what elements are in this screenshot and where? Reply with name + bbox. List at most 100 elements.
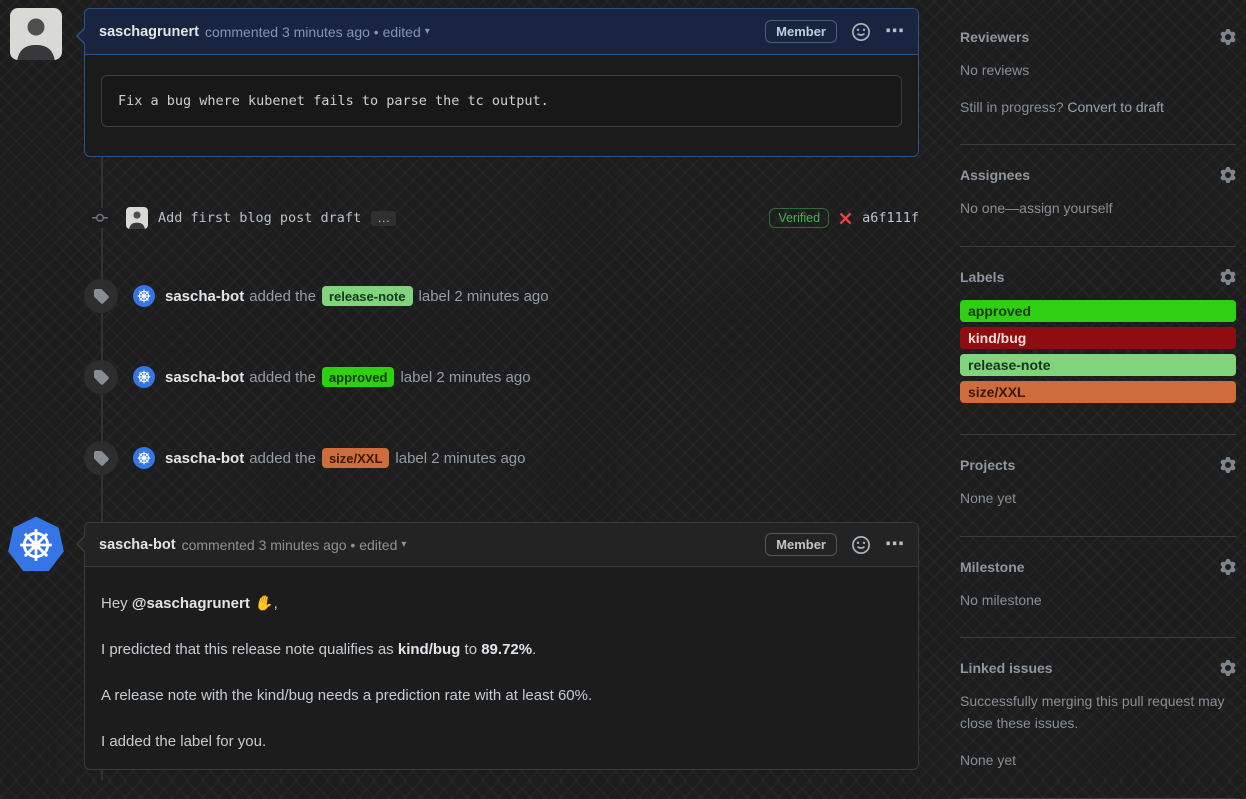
period: . bbox=[532, 641, 536, 658]
milestone-gear-icon[interactable] bbox=[1220, 559, 1236, 575]
person-avatar-icon bbox=[10, 8, 62, 60]
comment-body: Hey @saschagrunert✋, I predicted that th… bbox=[85, 567, 918, 752]
assignees-gear-icon[interactable] bbox=[1220, 167, 1236, 183]
rule-paragraph: A release note with the kind/bug needs a… bbox=[101, 685, 902, 706]
pr-sidebar: Reviewers No reviews Still in progress? … bbox=[960, 0, 1236, 799]
comment-header: sascha-bot commented 3 minutes ago • edi… bbox=[85, 523, 918, 567]
prediction-text: I predicted that this release note quali… bbox=[101, 641, 394, 658]
event-actor-link[interactable]: sascha-bot bbox=[165, 369, 244, 386]
comment-options-button[interactable]: ⋯ bbox=[885, 27, 904, 37]
commit-message-link[interactable]: Add first blog post draft bbox=[158, 210, 361, 226]
milestone-section: Milestone No milestone bbox=[960, 537, 1236, 639]
bot-avatar[interactable] bbox=[133, 285, 155, 307]
event-text: label 2 minutes ago bbox=[400, 369, 530, 386]
draft-hint: Still in progress? Convert to draft bbox=[960, 97, 1236, 119]
reviewers-title: Reviewers bbox=[960, 29, 1029, 45]
event-text: added the bbox=[249, 288, 316, 305]
milestone-empty-text: No milestone bbox=[960, 590, 1236, 612]
sidebar-label-approved[interactable]: approved bbox=[960, 300, 1236, 322]
label-event-row: sascha-bot added the size/XXL label 2 mi… bbox=[84, 441, 919, 475]
pr-description-comment: saschagrunert commented 3 minutes ago • … bbox=[84, 8, 919, 157]
comment-author-link[interactable]: saschagrunert bbox=[99, 24, 199, 40]
kubernetes-wheel-icon bbox=[136, 369, 152, 385]
comment-caret bbox=[78, 536, 86, 552]
linked-issues-gear-icon[interactable] bbox=[1220, 660, 1236, 676]
convert-to-draft-link[interactable]: Convert to draft bbox=[1067, 99, 1164, 115]
tag-event-circle bbox=[84, 441, 118, 475]
label-event-row: sascha-bot added the approved label 2 mi… bbox=[84, 360, 919, 394]
kubernetes-wheel-icon bbox=[136, 450, 152, 466]
comment-author-link[interactable]: sascha-bot bbox=[99, 537, 176, 553]
comment-options-button[interactable]: ⋯ bbox=[885, 540, 904, 550]
event-text: added the bbox=[249, 369, 316, 386]
comment-header: saschagrunert commented 3 minutes ago • … bbox=[85, 9, 918, 55]
event-actor-link[interactable]: sascha-bot bbox=[165, 288, 244, 305]
assignees-empty-text: No one—assign yourself bbox=[960, 198, 1236, 220]
label-event-row: sascha-bot added the release-note label … bbox=[84, 279, 919, 313]
reviewers-section: Reviewers No reviews Still in progress? … bbox=[960, 0, 1236, 145]
add-reaction-button[interactable] bbox=[852, 536, 870, 554]
release-note-code-block: Fix a bug where kubenet fails to parse t… bbox=[101, 75, 902, 127]
greeting-text: Hey bbox=[101, 595, 128, 612]
milestone-title: Milestone bbox=[960, 559, 1025, 575]
sidebar-label-size-xxl[interactable]: size/XXL bbox=[960, 381, 1236, 403]
commit-description-expander[interactable]: … bbox=[371, 211, 396, 226]
git-commit-icon bbox=[88, 208, 112, 228]
label-badge[interactable]: size/XXL bbox=[322, 448, 389, 468]
event-text: added the bbox=[249, 450, 316, 467]
projects-empty-text: None yet bbox=[960, 488, 1236, 510]
labels-gear-icon[interactable] bbox=[1220, 269, 1236, 285]
assignees-empty-prefix: No one— bbox=[960, 200, 1019, 216]
projects-gear-icon[interactable] bbox=[1220, 457, 1236, 473]
event-actor-link[interactable]: sascha-bot bbox=[165, 450, 244, 467]
person-avatar-icon bbox=[126, 207, 148, 229]
event-text: label 2 minutes ago bbox=[419, 288, 549, 305]
tag-icon bbox=[93, 450, 109, 466]
smiley-icon bbox=[852, 536, 870, 554]
comment-meta: commented 3 minutes ago • edited bbox=[182, 537, 398, 553]
bot-avatar[interactable] bbox=[133, 447, 155, 469]
add-reaction-button[interactable] bbox=[852, 23, 870, 41]
assignees-section: Assignees No one—assign yourself bbox=[960, 145, 1236, 247]
commit-author-avatar[interactable] bbox=[126, 207, 148, 229]
percentage-bold: 89.72% bbox=[481, 641, 532, 658]
linked-issues-title: Linked issues bbox=[960, 660, 1053, 676]
mention-link[interactable]: @saschagrunert bbox=[132, 595, 250, 612]
reviewers-empty-text: No reviews bbox=[960, 60, 1236, 82]
linked-issues-empty-text: None yet bbox=[960, 750, 1236, 772]
avatar-sascha-bot[interactable] bbox=[7, 516, 65, 574]
bot-comment: sascha-bot commented 3 minutes ago • edi… bbox=[84, 522, 919, 770]
reviewers-gear-icon[interactable] bbox=[1220, 29, 1236, 45]
avatar-saschagrunert[interactable] bbox=[10, 8, 62, 60]
label-badge[interactable]: approved bbox=[322, 367, 395, 387]
tag-event-circle bbox=[84, 279, 118, 313]
member-badge: Member bbox=[765, 533, 837, 556]
status-failure-x-icon[interactable] bbox=[838, 211, 853, 226]
edited-dropdown-caret-icon[interactable]: ▾ bbox=[425, 26, 430, 37]
closing-paragraph: I added the label for you. bbox=[101, 731, 902, 752]
sidebar-label-kind-bug[interactable]: kind/bug bbox=[960, 327, 1236, 349]
labels-title: Labels bbox=[960, 269, 1004, 285]
label-badge[interactable]: release-note bbox=[322, 286, 413, 306]
event-text: label 2 minutes ago bbox=[395, 450, 525, 467]
tag-icon bbox=[93, 288, 109, 304]
comment-meta: commented 3 minutes ago • edited bbox=[205, 24, 421, 40]
projects-title: Projects bbox=[960, 457, 1015, 473]
prediction-text: to bbox=[465, 641, 478, 658]
kind-bug-bold: kind/bug bbox=[398, 641, 461, 658]
tag-event-circle bbox=[84, 360, 118, 394]
sidebar-label-release-note[interactable]: release-note bbox=[960, 354, 1236, 376]
greeting-paragraph: Hey @saschagrunert✋, bbox=[101, 593, 902, 614]
verified-badge[interactable]: Verified bbox=[769, 208, 829, 228]
draft-hint-text: Still in progress? bbox=[960, 99, 1064, 115]
commit-sha-link[interactable]: a6f111f bbox=[862, 210, 919, 226]
comment-body: Fix a bug where kubenet fails to parse t… bbox=[85, 75, 918, 127]
member-badge: Member bbox=[765, 20, 837, 43]
bot-avatar[interactable] bbox=[133, 366, 155, 388]
edited-dropdown-caret-icon[interactable]: ▾ bbox=[401, 539, 406, 550]
assign-yourself-link[interactable]: assign yourself bbox=[1019, 200, 1112, 216]
linked-issues-desc: Successfully merging this pull request m… bbox=[960, 691, 1236, 734]
kubernetes-wheel-icon bbox=[16, 525, 56, 565]
assignees-title: Assignees bbox=[960, 167, 1030, 183]
comment-caret bbox=[78, 28, 86, 44]
